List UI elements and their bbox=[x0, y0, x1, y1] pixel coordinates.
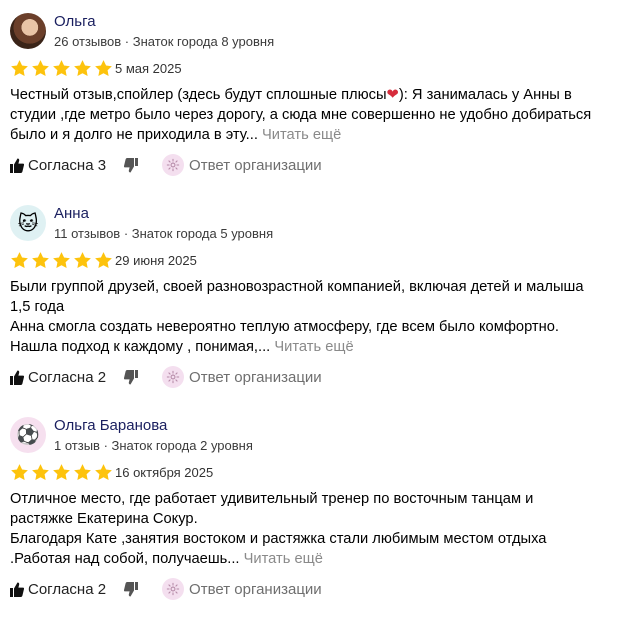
author-name[interactable]: Ольга Баранова bbox=[54, 417, 167, 434]
org-reply-button[interactable]: Ответ организации bbox=[162, 366, 322, 388]
agree-label: Согласна 2 bbox=[28, 368, 107, 386]
organization-icon bbox=[162, 366, 185, 388]
organization-icon bbox=[162, 578, 185, 600]
review-text: Отличное место, где работает удивительны… bbox=[10, 489, 622, 569]
review-text-line: ): Я занималась у Анны в bbox=[398, 87, 572, 103]
star-icon bbox=[74, 60, 91, 77]
star-icon bbox=[95, 252, 112, 269]
review-text: Честный отзыв,спойлер (здесь будут сплош… bbox=[10, 85, 622, 145]
review-text-line: Были группой друзей, своей разновозрастн… bbox=[10, 279, 584, 295]
thumbs-up-icon bbox=[10, 370, 24, 385]
org-reply-label: Ответ организации bbox=[189, 156, 322, 174]
review-actions: Согласна 3 Ответ организации bbox=[10, 154, 322, 176]
review-text-line: Честный отзыв,спойлер (здесь будут сплош… bbox=[10, 87, 387, 103]
star-icon bbox=[11, 252, 28, 269]
org-reply-button[interactable]: Ответ организации bbox=[162, 578, 322, 600]
author-meta: 26 отзывов · Знаток города 8 уровня bbox=[54, 34, 275, 49]
rating-stars bbox=[10, 59, 113, 78]
thumbs-down-icon bbox=[124, 369, 139, 384]
author-name[interactable]: Анна bbox=[54, 205, 89, 222]
soccer-ball-avatar-icon[interactable]: ⚽ bbox=[10, 417, 46, 453]
star-icon bbox=[53, 60, 70, 77]
rating-stars bbox=[10, 251, 113, 270]
disagree-button[interactable] bbox=[124, 369, 139, 385]
star-icon bbox=[95, 60, 112, 77]
star-icon bbox=[53, 464, 70, 481]
heart-icon: ❤ bbox=[386, 87, 399, 103]
star-icon bbox=[53, 252, 70, 269]
review-actions: Согласна 2 Ответ организации bbox=[10, 578, 322, 600]
review-text-line: студии ,где метро было через дорогу, а с… bbox=[10, 107, 592, 123]
review-date: 5 мая 2025 bbox=[115, 61, 182, 76]
star-icon bbox=[32, 60, 49, 77]
review-text-line: Анна смогла создать невероятно теплую ат… bbox=[10, 319, 559, 335]
agree-button[interactable]: Согласна 2 bbox=[10, 581, 106, 598]
star-icon bbox=[11, 464, 28, 481]
review-text-line: Нашла подход к каждому , понимая,... bbox=[10, 339, 275, 355]
rating-stars bbox=[10, 463, 113, 482]
review-card: ⚽ Ольга Баранова 1 отзыв · Знаток города… bbox=[0, 404, 632, 614]
agree-button[interactable]: Согласна 3 bbox=[10, 157, 106, 174]
org-reply-button[interactable]: Ответ организации bbox=[162, 154, 322, 176]
avatar[interactable] bbox=[10, 13, 46, 49]
agree-button[interactable]: Согласна 2 bbox=[10, 369, 106, 386]
thumbs-up-icon bbox=[10, 158, 24, 173]
review-text-line: растяжке Екатерина Сокур. bbox=[10, 511, 198, 527]
author-meta: 1 отзыв · Знаток города 2 уровня bbox=[54, 438, 253, 453]
review-text-line: Отличное место, где работает удивительны… bbox=[10, 491, 534, 507]
review-card: Ольга 26 отзывов · Знаток города 8 уровн… bbox=[0, 0, 632, 210]
read-more-link[interactable]: Читать ещё bbox=[244, 551, 323, 567]
author-meta: 11 отзывов · Знаток города 5 уровня bbox=[54, 226, 274, 241]
star-icon bbox=[74, 252, 91, 269]
star-icon bbox=[95, 464, 112, 481]
review-actions: Согласна 2 Ответ организации bbox=[10, 366, 322, 388]
read-more-link[interactable]: Читать ещё bbox=[274, 339, 353, 355]
review-date: 29 июня 2025 bbox=[115, 253, 197, 268]
thumbs-down-icon bbox=[124, 157, 139, 172]
agree-label: Согласна 3 bbox=[28, 156, 107, 174]
cat-avatar-icon[interactable]: 🐱 bbox=[10, 205, 46, 241]
thumbs-up-icon bbox=[10, 582, 24, 597]
star-icon bbox=[74, 464, 91, 481]
review-text-line: было и я долго не приходила в эту... bbox=[10, 127, 262, 143]
star-icon bbox=[32, 464, 49, 481]
review-text-line: .Работая над собой, получаешь... bbox=[10, 551, 244, 567]
author-name[interactable]: Ольга bbox=[54, 13, 96, 30]
review-text-line: 1,5 года bbox=[10, 299, 65, 315]
organization-icon bbox=[162, 154, 185, 176]
review-card: 🐱 Анна 11 отзывов · Знаток города 5 уров… bbox=[0, 192, 632, 402]
thumbs-down-icon bbox=[124, 581, 139, 596]
review-date: 16 октября 2025 bbox=[115, 465, 214, 480]
agree-label: Согласна 2 bbox=[28, 580, 107, 598]
disagree-button[interactable] bbox=[124, 581, 139, 597]
read-more-link[interactable]: Читать ещё bbox=[262, 127, 341, 143]
star-icon bbox=[32, 252, 49, 269]
review-text: Были группой друзей, своей разновозрастн… bbox=[10, 277, 622, 357]
org-reply-label: Ответ организации bbox=[189, 368, 322, 386]
star-icon bbox=[11, 60, 28, 77]
org-reply-label: Ответ организации bbox=[189, 580, 322, 598]
review-text-line: Благодаря Кате ,занятия востоком и растя… bbox=[10, 531, 547, 547]
disagree-button[interactable] bbox=[124, 157, 139, 173]
